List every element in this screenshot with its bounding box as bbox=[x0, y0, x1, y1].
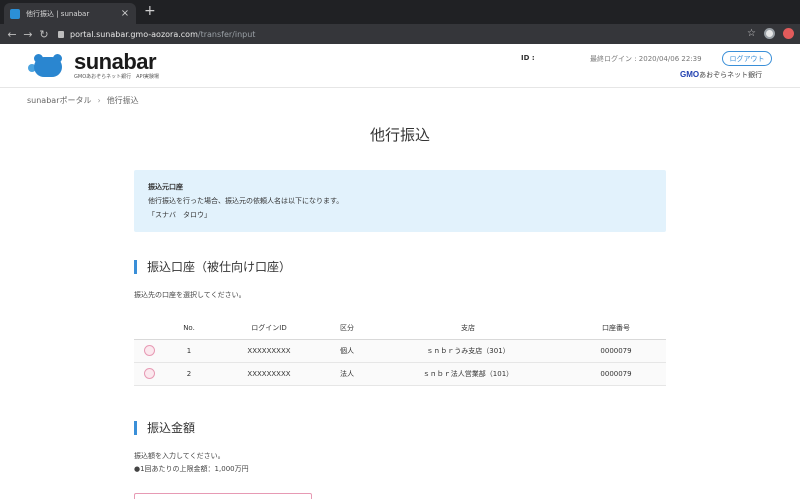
amount-description: 振込額を入力してください。 bbox=[134, 452, 225, 460]
breadcrumb-home-link[interactable]: sunabarポータル bbox=[27, 95, 91, 106]
table-row[interactable]: 2 XXXXXXXXX 法人 ｓｎｂｒ法人営業部（101） 0000079 bbox=[134, 362, 666, 386]
section-title-amount: 振込金額 bbox=[134, 421, 195, 435]
table-header-row: No. ログインID 区分 支店 口座番号 bbox=[134, 317, 666, 340]
row-branch: ｓｎｂｒ法人営業部（101） bbox=[370, 362, 566, 386]
row-no: 1 bbox=[164, 339, 214, 363]
back-icon[interactable]: ← bbox=[4, 28, 20, 41]
browser-tab[interactable]: 他行振込 | sunabar × bbox=[4, 3, 136, 24]
row-no: 2 bbox=[164, 362, 214, 386]
browser-tabbar: 他行振込 | sunabar × + bbox=[0, 0, 800, 24]
reload-icon[interactable]: ↻ bbox=[36, 28, 52, 41]
select-cell[interactable] bbox=[134, 339, 164, 363]
bank-name: あおぞらネット銀行 bbox=[699, 71, 763, 79]
column-header: 口座番号 bbox=[566, 317, 666, 340]
logout-button[interactable]: ログアウト bbox=[722, 51, 772, 66]
notice-name: 「スナバ タロウ」 bbox=[148, 211, 211, 219]
column-header: ログインID bbox=[214, 317, 324, 340]
row-account: 0000079 bbox=[566, 339, 666, 363]
logo-subtitle: GMOあおぞらネット銀行 API実験場 bbox=[74, 74, 160, 80]
notice-text: 他行振込を行った場合、振込元の依頼人名は以下になります。 bbox=[148, 197, 344, 205]
column-header: 支店 bbox=[370, 317, 566, 340]
sunabar-logo[interactable]: sunabar GMOあおぞらネット銀行 API実験場 bbox=[26, 50, 159, 82]
address-bar[interactable]: portal.sunabar.gmo-aozora.com/transfer/i… bbox=[58, 27, 758, 41]
row-type: 個人 bbox=[324, 339, 370, 363]
close-icon[interactable]: × bbox=[120, 8, 130, 19]
row-branch: ｓｎｂｒうみ支店（301） bbox=[370, 339, 566, 363]
bear-logo-icon bbox=[26, 52, 70, 80]
bank-gmo: GMO bbox=[680, 70, 700, 79]
column-header: 区分 bbox=[324, 317, 370, 340]
row-login-id: XXXXXXXXX bbox=[214, 339, 324, 363]
account-table: No. ログインID 区分 支店 口座番号 1 XXXXXXXXX 個人 ｓｎｂ… bbox=[134, 317, 666, 386]
breadcrumb-separator: › bbox=[97, 96, 101, 105]
url-path: /transfer/input bbox=[197, 29, 256, 39]
page-title: 他行振込 bbox=[369, 126, 430, 144]
favicon-icon bbox=[10, 8, 20, 19]
row-type: 法人 bbox=[324, 362, 370, 386]
url-text: portal.sunabar.gmo-aozora.com/transfer/i… bbox=[70, 30, 255, 39]
last-login: 最終ログイン : 2020/04/06 22:39 bbox=[590, 55, 702, 63]
account-radio[interactable] bbox=[143, 345, 155, 356]
browser-toolbar: ← → ↻ portal.sunabar.gmo-aozora.com/tran… bbox=[0, 24, 800, 44]
bank-brand: GMOあおぞらネット銀行 bbox=[680, 70, 762, 80]
select-column-header bbox=[134, 317, 164, 340]
section-title-account: 振込口座（被仕向け口座） bbox=[134, 260, 291, 274]
lock-icon bbox=[58, 30, 64, 38]
url-host: portal.sunabar.gmo-aozora.com bbox=[70, 29, 198, 39]
row-login-id: XXXXXXXXX bbox=[214, 362, 324, 386]
amount-input[interactable] bbox=[134, 493, 312, 499]
row-account: 0000079 bbox=[566, 362, 666, 386]
new-tab-icon[interactable]: + bbox=[144, 4, 156, 18]
notice-title: 振込元口座 bbox=[148, 183, 183, 191]
amount-limit: ●1回あたりの上限金額：1,000万円 bbox=[134, 465, 249, 473]
tab-title: 他行振込 | sunabar bbox=[26, 9, 90, 18]
breadcrumb-current: 他行振込 bbox=[106, 96, 139, 105]
source-account-notice: 振込元口座 他行振込を行った場合、振込元の依頼人名は以下になります。 「スナバ … bbox=[134, 170, 666, 232]
profile-icon[interactable] bbox=[764, 28, 775, 39]
column-header: No. bbox=[164, 317, 214, 340]
logo-word: sunabar bbox=[74, 49, 157, 74]
user-id-label: ID : bbox=[521, 54, 535, 62]
account-description: 振込先の口座を選択してください。 bbox=[134, 291, 246, 299]
table-row[interactable]: 1 XXXXXXXXX 個人 ｓｎｂｒうみ支店（301） 0000079 bbox=[134, 339, 666, 363]
account-radio[interactable] bbox=[143, 368, 155, 379]
select-cell[interactable] bbox=[134, 362, 164, 386]
breadcrumb: sunabarポータル › 他行振込 bbox=[27, 95, 139, 106]
forward-icon[interactable]: → bbox=[20, 28, 36, 41]
site-header: sunabar GMOあおぞらネット銀行 API実験場 ID : 最終ログイン … bbox=[0, 44, 800, 88]
bookmark-star-icon[interactable]: ☆ bbox=[747, 28, 756, 39]
extension-icon[interactable] bbox=[783, 28, 794, 39]
